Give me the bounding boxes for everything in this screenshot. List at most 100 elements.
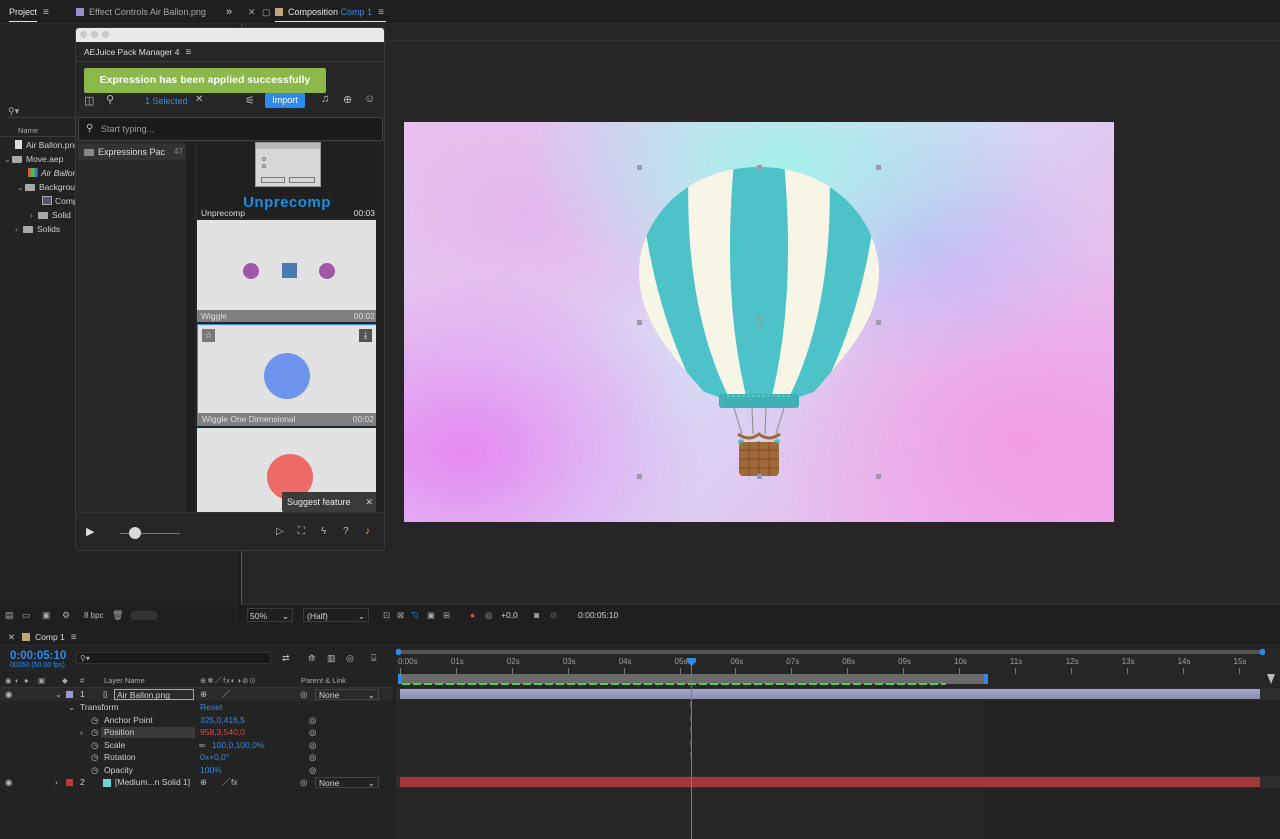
chevron-right-icon[interactable]: › — [15, 223, 23, 236]
eye-icon[interactable]: ◉ — [5, 675, 12, 688]
close-icon[interactable]: ✕ — [365, 492, 373, 512]
fx-icon[interactable]: fx — [231, 776, 238, 789]
motion-blur-icon[interactable]: ◎ — [346, 653, 354, 664]
expression-pickwhip-icon[interactable]: ◎ — [309, 739, 316, 752]
aejuice-logo-icon[interactable]: ♪ — [365, 526, 370, 537]
layer-name[interactable]: Air Ballon.png — [114, 689, 194, 700]
grid-icon[interactable]: ⊞ — [443, 608, 450, 622]
list-item[interactable]: Air Ballon.png — [15, 139, 79, 152]
transform-group[interactable]: ⌄ Transform Reset — [0, 701, 393, 714]
quality-icon[interactable]: ／ — [222, 688, 231, 701]
new-comp-icon[interactable]: ▣ — [42, 610, 51, 621]
close-icon[interactable]: ✕ — [8, 632, 15, 643]
shy-icon[interactable]: ⊕ — [200, 776, 207, 789]
zoom-handle[interactable] — [1267, 674, 1275, 684]
property-value[interactable]: 958,3,540,0 — [200, 726, 245, 739]
chevron-right-icon[interactable]: » — [226, 0, 232, 24]
sidebar-resizer[interactable] — [186, 142, 195, 512]
thumbnail-slider[interactable] — [130, 611, 158, 620]
tab-effect-controls[interactable]: Effect Controls Air Ballon.png — [76, 0, 206, 24]
chevron-down-icon[interactable]: ⌄ — [17, 181, 25, 194]
layer-search-input[interactable]: ⚲▾ — [76, 652, 271, 664]
tab-project[interactable]: Project ≡ — [9, 0, 51, 24]
expression-pickwhip-icon[interactable]: ◎ — [309, 751, 316, 764]
lock-icon[interactable]: ▣ — [38, 675, 45, 688]
label-color-swatch[interactable] — [66, 779, 73, 786]
expression-pickwhip-icon[interactable]: ◎ — [309, 726, 316, 739]
property-row[interactable]: ◷ Anchor Point 325,0,416,5 ◎ — [0, 714, 393, 727]
property-value[interactable]: 100% — [200, 764, 222, 777]
pickwhip-icon[interactable]: ◎ — [300, 688, 307, 701]
list-item[interactable]: ⌄ Move.aep — [4, 153, 63, 166]
stopwatch-icon[interactable]: ◷ — [91, 751, 98, 764]
layer-bar-solid[interactable] — [400, 777, 1260, 787]
chevron-down-icon[interactable]: ⌄ — [4, 153, 12, 166]
time-ruler[interactable]: 0:00s 01s 02s 03s 04s 05s 06s 07s 08s 09s 10s 11s 12… — [396, 654, 1280, 674]
preview-slider-handle[interactable] — [129, 527, 141, 539]
chevron-down-icon[interactable]: ⌄ — [68, 701, 75, 714]
layer-row[interactable]: ◉ ⌄ 1 ▯ Air Ballon.png ⊕ ／ ◎ None ⌄ — [0, 688, 393, 701]
bpc-label[interactable]: 8 bpc — [84, 611, 104, 620]
draft-3d-icon[interactable]: ⟰ — [308, 653, 316, 664]
suggest-feature-button[interactable]: Suggest feature ✕ — [282, 492, 378, 512]
preset-card-wiggle-one-dimensional[interactable]: ☆ ⤓ Wiggle One Dimensional 00:02 — [197, 324, 377, 426]
layer-name[interactable]: [Medium...n Solid 1] — [115, 776, 190, 789]
solo-icon[interactable]: ● — [24, 675, 29, 688]
camera-icon[interactable]: ◙ — [534, 608, 539, 622]
account-icon[interactable]: ☺ — [364, 93, 375, 105]
quality-icon[interactable]: ／ — [222, 776, 231, 789]
channel-icon[interactable]: ● — [470, 608, 475, 622]
column-name-header[interactable]: Name — [18, 126, 38, 135]
category-item[interactable]: Expressions Pac 47 — [78, 144, 185, 160]
parent-dropdown[interactable]: None ⌄ — [315, 689, 379, 700]
chevron-right-icon[interactable]: › — [80, 726, 83, 739]
layer-name-header[interactable]: Layer Name — [104, 675, 145, 688]
settings-icon[interactable]: ⚙ — [62, 610, 70, 621]
region-of-interest-icon[interactable]: ⊡ — [383, 608, 390, 622]
list-item[interactable]: Air Ballon — [28, 167, 77, 180]
selected-count[interactable]: 1 Selected — [145, 96, 188, 106]
parent-link-header[interactable]: Parent & Link — [301, 675, 346, 688]
filters-icon[interactable]: ⚟ — [245, 94, 255, 107]
property-value[interactable]: 100,0,100,0% — [212, 739, 264, 752]
frame-blending-icon[interactable]: ▥ — [327, 653, 336, 664]
label-color-swatch[interactable] — [66, 691, 73, 698]
switches-icon[interactable]: ⊕✻／fx◐◑⊘⊙ — [200, 675, 257, 688]
stopwatch-icon[interactable]: ◷ — [91, 764, 98, 777]
star-icon[interactable]: ☆ — [202, 329, 215, 342]
composition-canvas[interactable] — [404, 122, 1114, 522]
parent-dropdown[interactable]: None ⌄ — [315, 777, 379, 788]
chevron-down-icon[interactable]: ⌄ — [55, 688, 62, 701]
exposure-value[interactable]: +0,0 — [501, 608, 518, 622]
preset-card-unprecomp[interactable]: Unprecomp Unprecomp 00:03 — [197, 142, 377, 218]
menu-icon[interactable]: ≡ — [185, 47, 193, 58]
fit-icon[interactable]: ⛶ — [298, 526, 305, 537]
pickwhip-icon[interactable]: ◎ — [300, 776, 307, 789]
show-snapshot-icon[interactable]: ⊘ — [550, 608, 557, 622]
resolution-dropdown[interactable]: (Half) ⌄ — [303, 608, 369, 622]
color-management-icon[interactable]: ◎ — [485, 608, 492, 622]
property-value[interactable]: 325,0,416,5 — [200, 714, 245, 727]
list-item[interactable]: › Solid — [30, 209, 71, 222]
menu-icon[interactable]: ≡ — [43, 1, 51, 25]
audio-icon[interactable]: ◖ — [14, 675, 19, 688]
property-row[interactable]: ◷ Scale ∞ 100,0,100,0% ◎ — [0, 739, 393, 752]
sidebar-toggle-icon[interactable]: ◫ — [84, 94, 94, 107]
tab-composition[interactable]: Composition Comp 1 ≡ — [275, 0, 387, 24]
list-item[interactable]: › Solids — [15, 223, 60, 236]
current-timecode[interactable]: 0:00:05:10 — [578, 608, 618, 622]
minimize-window-button[interactable] — [91, 31, 98, 38]
property-value[interactable]: 0x+0,0° — [200, 751, 229, 764]
timeline-tracks[interactable]: 0:00s 01s 02s 03s 04s 05s 06s 07s 08s 09s 10s 11s 12… — [396, 648, 1280, 839]
expression-pickwhip-icon[interactable]: ◎ — [309, 714, 316, 727]
new-folder-icon[interactable]: ▭ — [22, 610, 31, 621]
help-icon[interactable]: ? — [343, 526, 349, 537]
reset-link[interactable]: Reset — [200, 701, 222, 714]
window-titlebar[interactable] — [76, 28, 384, 42]
eye-icon[interactable]: ◉ — [5, 776, 12, 789]
zoom-dropdown[interactable]: 50% ⌄ — [247, 608, 293, 622]
property-row[interactable]: › ◷ Position 958,3,540,0 ◎ — [0, 726, 393, 739]
import-button[interactable]: Import — [265, 93, 305, 108]
preset-card-wiggle[interactable]: Wiggle 00:02 — [197, 220, 377, 322]
mask-visibility-icon[interactable]: ◹ — [411, 608, 418, 622]
